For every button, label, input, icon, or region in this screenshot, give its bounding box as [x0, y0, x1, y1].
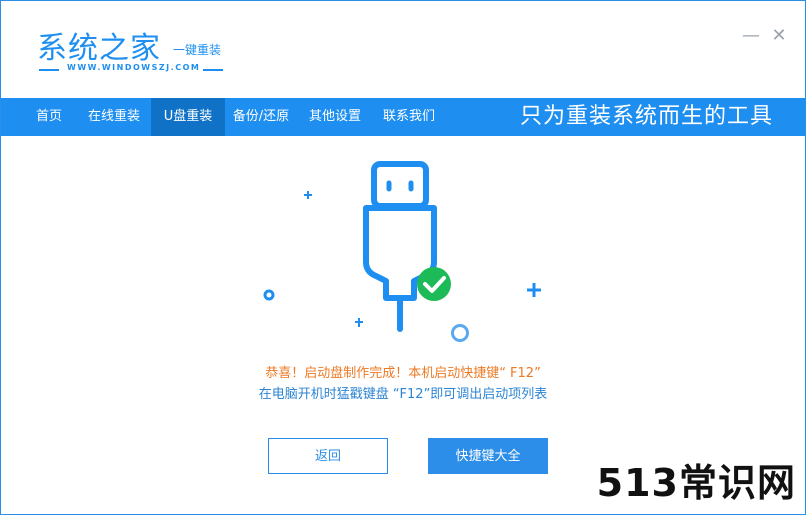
nav-item-other-settings[interactable]: 其他设置 [297, 98, 373, 136]
logo-title: 系统之家 [37, 31, 161, 66]
instruction-message: 在电脑开机时猛戳键盘 “F12”即可调出启动项列表 [258, 387, 548, 402]
nav-item-online-reinstall[interactable]: 在线重装 [77, 98, 151, 136]
close-button[interactable]: ✕ [770, 27, 788, 45]
back-button[interactable]: 返回 [268, 438, 388, 474]
illustration [263, 161, 541, 342]
logo-subtitle: 一键重装 [173, 43, 222, 57]
logo-url: WWW.WINDOWSZJ.COM [67, 63, 201, 72]
nav-bar: 首页 在线重装 U盘重装 备份/还原 其他设置 联系我们 只为重装系统而生的工具 [1, 98, 805, 136]
nav-slogan: 只为重装系统而生的工具 [519, 104, 773, 129]
nav-item-home[interactable]: 首页 [21, 98, 77, 136]
watermark: 513常识网 [596, 461, 796, 505]
logo-divider-right [203, 69, 223, 71]
nav-item-usb-reinstall[interactable]: U盘重装 [151, 98, 225, 136]
logo-divider-left [39, 69, 59, 71]
shortcut-keys-button[interactable]: 快捷键大全 [428, 438, 548, 474]
nav-item-contact-us[interactable]: 联系我们 [373, 98, 445, 136]
minimize-button[interactable]: — [742, 27, 760, 45]
usb-cable-icon [363, 161, 437, 332]
check-circle-icon [417, 267, 451, 301]
nav-item-backup-restore[interactable]: 备份/还原 [225, 98, 297, 136]
success-message: 恭喜！启动盘制作完成！本机启动快捷键“ F12” [265, 366, 541, 381]
